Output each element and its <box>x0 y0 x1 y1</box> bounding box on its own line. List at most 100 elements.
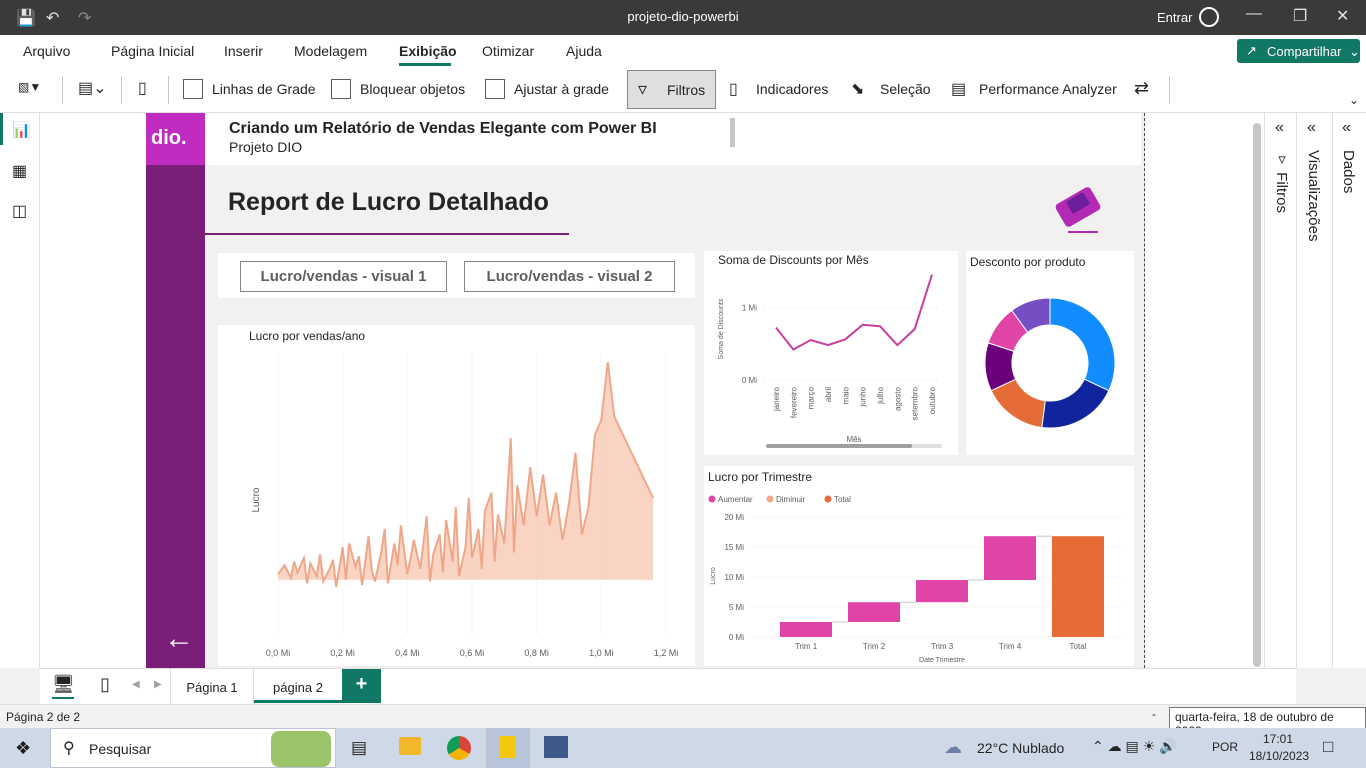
product-donut-chart[interactable] <box>966 251 1134 455</box>
y-tick-label: 5 Mi <box>729 603 744 612</box>
gridlines-checkbox[interactable] <box>183 79 203 99</box>
x-tick-label: março <box>807 386 816 409</box>
search-icon: ⚲ <box>63 740 75 757</box>
windows-start-icon[interactable]: ❖ <box>15 738 31 759</box>
task-view-icon[interactable]: ▤ <box>351 738 367 758</box>
visualizations-pane-label: Visualizações <box>1305 150 1322 242</box>
clock-date[interactable]: 18/10/2023 <box>1249 749 1309 763</box>
mobile-layout-icon[interactable]: ▯ <box>100 674 110 695</box>
x-tick-label: junho <box>859 386 868 407</box>
collapse-icon[interactable]: « <box>1275 119 1284 137</box>
quarter-waterfall-chart[interactable]: Aumentar Diminuir Total 0 Mi 5 Mi 10 Mi 15 Mi 2… <box>704 466 1134 666</box>
menu-otimizar[interactable]: Otimizar <box>482 43 534 59</box>
y-tick-label: 0 Mi <box>742 376 757 385</box>
selection-icon[interactable]: ⬊ <box>851 79 864 99</box>
filters-pane[interactable]: « ▿ Filtros <box>1264 113 1296 668</box>
chrome-icon[interactable] <box>447 736 471 760</box>
visualizations-pane[interactable]: « Visualizações <box>1296 113 1332 668</box>
collapse-icon[interactable]: « <box>1342 119 1351 137</box>
tray-icons[interactable]: ⌃ ☁ ▤ ☀ 🔊 <box>1092 738 1177 755</box>
lock-objects-checkbox[interactable] <box>331 79 351 99</box>
visual1-button[interactable]: Lucro/vendas - visual 1 <box>240 261 447 292</box>
menu-inserir[interactable]: Inserir <box>224 43 263 59</box>
back-arrow-icon[interactable]: ← <box>164 622 194 656</box>
cloud-icon: ☁ <box>944 737 962 757</box>
page-tab-1[interactable]: Página 1 <box>170 669 254 703</box>
x-tick-label: fevereiro <box>789 386 798 418</box>
weather-text[interactable]: 22°C Nublado <box>977 740 1064 756</box>
sync-slicers-icon[interactable]: ⇄ <box>1134 78 1149 99</box>
legend-marker <box>824 495 832 503</box>
page-tab-2[interactable]: página 2 <box>254 669 342 703</box>
signin-link[interactable]: Entrar <box>1157 10 1192 25</box>
x-tick-label: outubro <box>928 386 937 414</box>
scroll-right-icon[interactable]: ▶ <box>154 679 162 690</box>
visual2-button[interactable]: Lucro/vendas - visual 2 <box>464 261 675 292</box>
dio-logo: dio. <box>146 113 205 165</box>
add-page-button[interactable]: + <box>342 669 381 703</box>
performance-icon[interactable]: ▤ <box>951 79 966 99</box>
filters-pane-button[interactable]: ▿ Filtros <box>627 70 716 109</box>
status-bar: Página 2 de 2 - quarta-feira, 18 de outu… <box>0 704 1366 741</box>
menu-bar: Arquivo Página Inicial Inserir Modelagem… <box>0 35 1366 67</box>
taskbar-search[interactable]: ⚲ Pesquisar <box>50 728 336 768</box>
language-indicator[interactable]: POR <box>1212 740 1238 754</box>
scroll-left-icon[interactable]: ◀ <box>132 679 140 690</box>
theme-icon[interactable]: ▧▼ <box>18 80 41 94</box>
performance-analyzer-button[interactable]: Performance Analyzer <box>979 81 1117 97</box>
mobile-layout-icon[interactable]: ▯ <box>138 78 147 98</box>
close-icon[interactable]: ✕ <box>1336 6 1349 26</box>
data-pane[interactable]: « Dados <box>1332 113 1366 668</box>
account-icon[interactable] <box>1199 7 1219 27</box>
x-tick-label: janeiro <box>772 386 781 412</box>
profit-area-fill <box>278 362 654 587</box>
active-view-indicator <box>0 113 3 145</box>
profit-area-chart[interactable]: 0,0 Mi 0,2 Mi 0,4 Mi 0,6 Mi 0,8 Mi 1,0 Mi 1,2 … <box>218 325 695 666</box>
x-tick-label: Total <box>1070 642 1087 651</box>
header-title: Criando um Relatório de Vendas Elegante … <box>229 120 657 137</box>
model-view-icon[interactable]: ◫ <box>12 201 27 221</box>
report-view-icon[interactable]: 📊 <box>12 121 31 139</box>
bookmark-icon[interactable]: ▯ <box>729 79 738 99</box>
canvas-scrollbar[interactable] <box>1253 123 1261 667</box>
share-button[interactable]: ↗ Compartilhar ⌄ <box>1237 39 1360 63</box>
menu-arquivo[interactable]: Arquivo <box>23 43 70 59</box>
table-view-icon[interactable]: ▦ <box>12 161 27 181</box>
side-band <box>146 113 205 668</box>
menu-exibicao[interactable]: Exibição <box>399 43 457 59</box>
collapse-icon[interactable]: « <box>1307 119 1316 137</box>
snap-to-grid-checkbox[interactable] <box>485 79 505 99</box>
collapse-ribbon-icon[interactable]: ⌄ <box>1349 93 1359 107</box>
powerbi-taskbar-item[interactable] <box>486 728 530 768</box>
discount-line-chart[interactable]: 0 Mi 1 Mi Soma de Discounts janeiro fevereir… <box>704 251 958 455</box>
waterfall-bar <box>780 622 832 637</box>
menu-pagina-inicial[interactable]: Página Inicial <box>111 43 194 59</box>
x-tick-label: agosto <box>893 386 902 411</box>
ribbon: ▧▼ ▤⌄ ▯ Linhas de Grade Bloquear objetos… <box>0 67 1366 113</box>
zoom-minus[interactable]: - <box>1152 707 1156 721</box>
desktop-layout-icon[interactable]: 🖥 <box>52 674 75 695</box>
snap-to-grid-label: Ajustar à grade <box>514 81 609 97</box>
selection-button[interactable]: Seleção <box>880 81 931 97</box>
eraser-icon <box>1055 187 1101 233</box>
waterfall-bar <box>916 580 968 603</box>
file-explorer-icon[interactable] <box>399 737 421 755</box>
powerbi-icon <box>500 736 516 758</box>
menu-ajuda[interactable]: Ajuda <box>566 43 602 59</box>
minimize-icon[interactable]: — <box>1246 5 1262 23</box>
bookmarks-button[interactable]: Indicadores <box>756 81 828 97</box>
page-view-icon[interactable]: ▤⌄ <box>78 78 107 98</box>
share-icon: ↗ <box>1246 43 1257 58</box>
divider <box>168 76 169 104</box>
quarter-chart-card: Lucro por Trimestre Aumentar Diminuir Tota… <box>704 466 1134 666</box>
notifications-icon[interactable]: □ <box>1323 737 1333 757</box>
restore-icon[interactable]: ❐ <box>1293 6 1307 26</box>
x-axis-label: Mês <box>846 435 861 444</box>
clock-time[interactable]: 17:01 <box>1263 732 1293 746</box>
divider <box>121 76 122 104</box>
product-donut-card: Desconto por produto <box>966 251 1134 455</box>
filter-icon: ▿ <box>638 79 648 99</box>
divider <box>1169 76 1170 104</box>
snipping-tool-icon[interactable] <box>544 736 568 758</box>
menu-modelagem[interactable]: Modelagem <box>294 43 367 59</box>
